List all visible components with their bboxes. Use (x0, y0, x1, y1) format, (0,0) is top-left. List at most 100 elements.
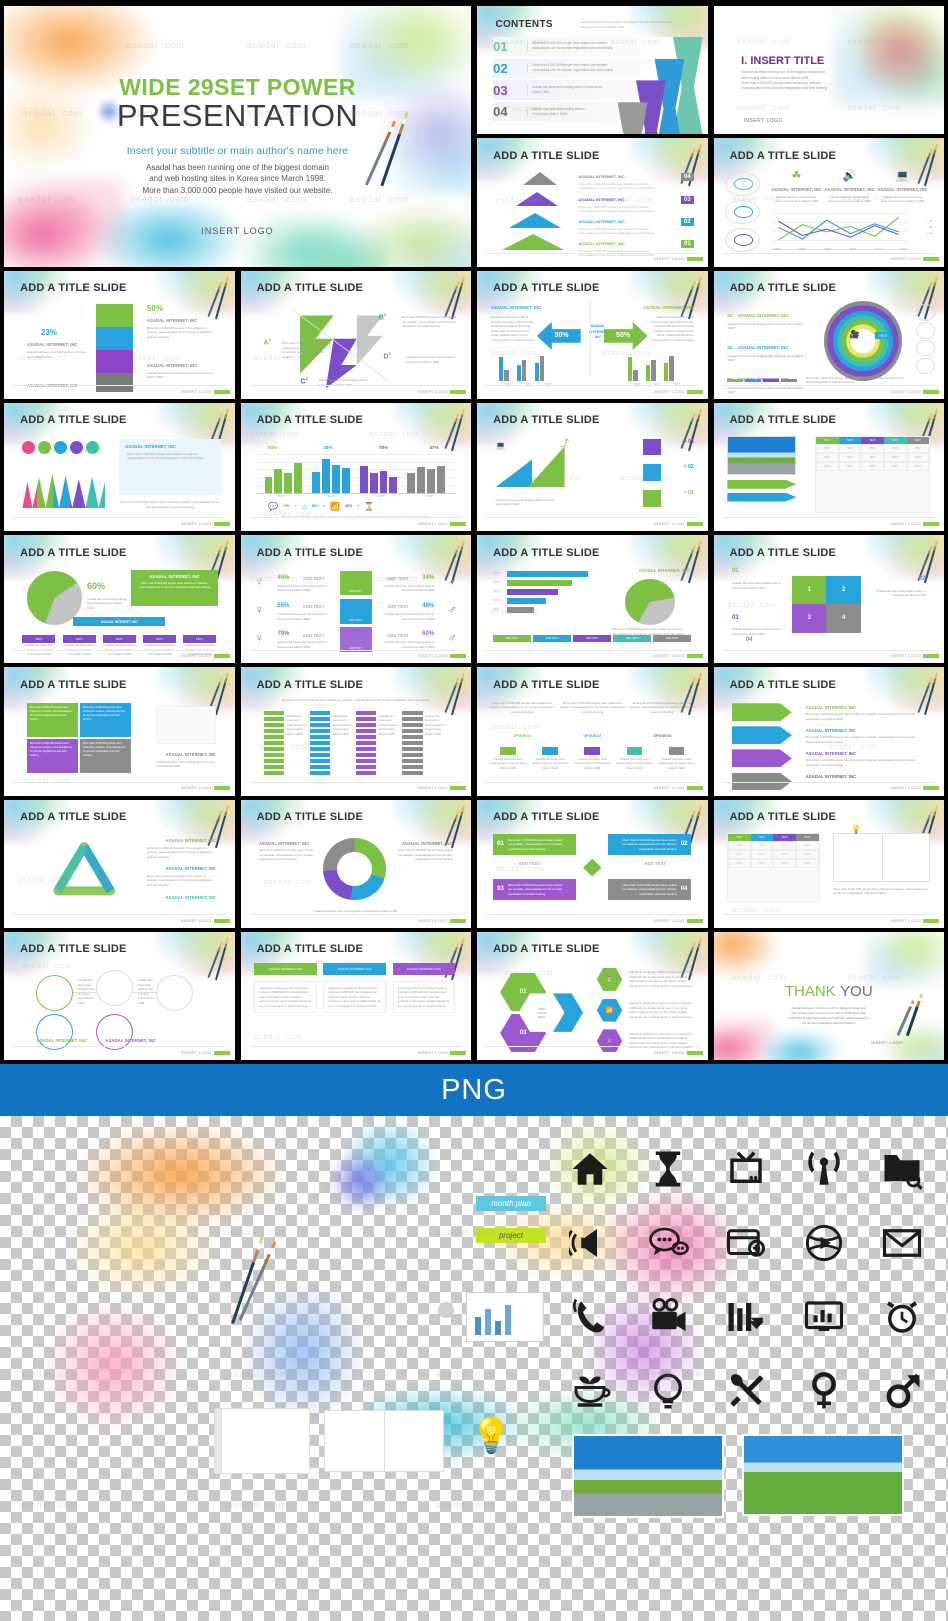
cube-1[interactable] (96, 303, 134, 327)
slide-logo[interactable]: INSERT LOGO (181, 785, 212, 790)
chip[interactable]: TEXT (183, 635, 217, 644)
wifi-icon[interactable]: 📶 (596, 998, 623, 1022)
home-icon[interactable] (556, 1146, 624, 1192)
block-blue[interactable]: More than 3.000.000 people have visited … (80, 703, 131, 737)
banner-label[interactable]: ASADAL INTERNET, INC (73, 617, 166, 627)
folder-search-icon[interactable] (868, 1146, 936, 1192)
center-tile-blue[interactable]: ADD TEXT (339, 599, 372, 624)
slide-table-photo[interactable]: ADD A TITLE SLIDE TEXT TEXT TEXT TEXT TE… (713, 402, 944, 532)
lightbulb-icon[interactable] (634, 1368, 702, 1414)
matrix-cell[interactable]: 3 (791, 604, 827, 633)
ribbon-project[interactable]: project (476, 1228, 546, 1244)
pyramid-level[interactable] (509, 212, 562, 228)
data-table[interactable]: TEXT TEXT TEXT TEXT TEXT TEXT TEXT TEXT … (727, 832, 820, 903)
slide-logo[interactable]: INSERT LOGO (654, 256, 685, 261)
card-add-icon[interactable] (712, 1220, 780, 1266)
left-arrow[interactable]: 30% (536, 321, 581, 351)
slide-pie[interactable]: ADD A TITLE SLIDE 60% Asadal has been we… (4, 535, 235, 664)
slide-thank-you[interactable]: THANK YOU Asadal has been running one of… (713, 931, 944, 1061)
slide-logo[interactable]: INSERT LOGO (417, 653, 448, 658)
node-circle[interactable] (36, 975, 74, 1012)
slide-logo[interactable]: INSERT LOGO (890, 918, 921, 923)
progress-column-blue[interactable] (309, 710, 331, 776)
step-icon-box[interactable] (642, 490, 662, 507)
column-header-purple[interactable]: ASADAL INTERNET, INC (392, 962, 455, 976)
column-header-blue[interactable]: ASADAL INTERNET, INC (323, 962, 386, 976)
slide-book-table[interactable]: ADD A TITLE SLIDE TEXT TEXT TEXT TEXT TE… (713, 799, 944, 928)
node-circle[interactable] (96, 970, 134, 1007)
concentric-ring-chart[interactable] (824, 301, 903, 381)
step-icon-box[interactable] (642, 438, 662, 456)
slide-section-divider[interactable]: I. INSERT TITLE Asadal has been running … (713, 6, 944, 135)
matrix-cell[interactable]: 4 (826, 604, 861, 633)
slide-logo[interactable]: INSERT LOGO (890, 785, 921, 790)
slide-logo[interactable]: INSERT LOGO (654, 1050, 685, 1055)
arrow-band-blue[interactable] (731, 726, 792, 745)
slide-progress[interactable]: ADD A TITLE SLIDE More than 3.000.000 pe… (240, 667, 471, 796)
chip[interactable]: ADD TEXT (533, 635, 572, 643)
slide-bar-chart[interactable]: ADD A TITLE SLIDE 51% 28% 78% 47% TEXT T… (240, 402, 471, 532)
option-label[interactable]: OPTION 02 (559, 734, 626, 738)
slide-logo[interactable]: INSERT LOGO (871, 1040, 903, 1045)
alarm-clock-icon[interactable] (868, 1294, 936, 1340)
slide-logo[interactable]: INSERT LOGO (181, 918, 212, 923)
slide-letters[interactable]: ADD A TITLE SLIDE A3 B3 C3 D3 More than … (240, 270, 471, 399)
female-symbol-icon[interactable] (790, 1368, 858, 1414)
numbered-band[interactable]: More than 3.000.000 people have visited … (608, 834, 692, 855)
slide-logo[interactable]: INSERT LOGO (654, 389, 685, 394)
ring-center-label[interactable]: TEXT (874, 332, 892, 340)
slide-logo[interactable]: INSERT LOGO (181, 653, 212, 658)
slide-hbar-pie[interactable]: ADD A TITLE SLIDE TEXT TEXT TEXT TEXT TE… (477, 535, 708, 664)
cover-logo-placeholder[interactable]: INSERT LOGO (4, 226, 471, 236)
chip[interactable]: ADD TEXT (653, 635, 692, 643)
chip[interactable]: TEXT (62, 635, 96, 644)
slide-logo[interactable]: INSERT LOGO (417, 1050, 448, 1055)
slide-donut[interactable]: ADD A TITLE SLIDE ASADAL INTERNET, INC M… (240, 799, 471, 928)
speaker-icon[interactable] (556, 1220, 624, 1266)
arrow-band-purple[interactable] (731, 749, 792, 768)
slide-matrix[interactable]: ADD A TITLE SLIDE 01 02 03 04 1 2 3 4 As… (713, 535, 944, 664)
hourglass-icon[interactable] (634, 1146, 702, 1192)
slide-logo[interactable]: INSERT LOGO (890, 389, 921, 394)
node-circle[interactable] (96, 1013, 134, 1050)
matrix-cell[interactable]: 2 (826, 576, 861, 605)
chip[interactable]: ADD TEXT (613, 635, 652, 643)
option-label[interactable]: OPTION 01 (489, 734, 556, 738)
progress-column-green[interactable] (263, 710, 285, 776)
triangle-cycle-graphic[interactable] (45, 841, 123, 910)
slide-logo[interactable]: INSERT LOGO (890, 521, 921, 526)
slide-pyramid[interactable]: ADD A TITLE SLIDE ASADAL INTERNET, INC M… (477, 138, 708, 267)
slide-logo[interactable]: INSERT LOGO (181, 521, 212, 526)
chip[interactable]: TEXT (102, 635, 136, 644)
cube-4[interactable] (96, 373, 134, 393)
slide-contents[interactable]: CONTENTS Asadal has been running one of … (477, 6, 708, 135)
slide-logo[interactable]: INSERT LOGO (181, 1050, 212, 1055)
bar-chart-down-icon[interactable] (712, 1294, 780, 1340)
slide-hexagons[interactable]: ADD A TITLE SLIDE 01 02 03 ADD YOUR TEXT… (477, 931, 708, 1061)
slide-logo[interactable]: INSERT LOGO (890, 653, 921, 658)
slide-logo[interactable]: INSERT LOGO (417, 389, 448, 394)
node-circle[interactable] (156, 975, 193, 1012)
side-icon-close[interactable] (916, 303, 935, 321)
progress-column-purple[interactable] (355, 710, 377, 776)
chat-bubble-icon[interactable] (634, 1220, 702, 1266)
progress-column-gray[interactable] (401, 710, 423, 776)
green-tab[interactable] (727, 479, 797, 489)
slide-numbered[interactable]: ADD A TITLE SLIDE 01 More than 3.000.000… (477, 799, 708, 928)
callout-box[interactable]: ASADAL INTERNET, INC More than 3.000.000… (130, 569, 219, 606)
pyramid-level[interactable] (523, 171, 558, 185)
slide-logo[interactable]: INSERT LOGO (654, 785, 685, 790)
slide-gender[interactable]: ADD A TITLE SLIDE ♀ ♀ ♀ ♂ ♂ ♂ 46% 55% 79… (240, 535, 471, 664)
side-icon-chat[interactable] (916, 321, 935, 339)
block-gray[interactable]: More than 3.000.000 people have visited … (80, 739, 131, 773)
slide-logo[interactable]: INSERT LOGO (417, 521, 448, 526)
center-tile-purple[interactable]: ADD TEXT (339, 627, 372, 652)
node-circle[interactable] (36, 1013, 74, 1050)
wifi-icon[interactable] (790, 1146, 858, 1192)
numbered-band[interactable]: 03 More than 3.000.000 people have visit… (493, 879, 577, 900)
arrow-band-green[interactable] (731, 703, 792, 722)
center-tile-green[interactable]: ADD TEXT (339, 570, 372, 596)
slide-options[interactable]: ADD A TITLE SLIDE More than 3.000.000 pe… (477, 667, 708, 796)
slide-line-chart[interactable]: ADD A TITLE SLIDE ☘ 🔊 💻 ASADAL INTERNET,… (713, 138, 944, 267)
slide-logo[interactable]: INSERT LOGO (654, 653, 685, 658)
